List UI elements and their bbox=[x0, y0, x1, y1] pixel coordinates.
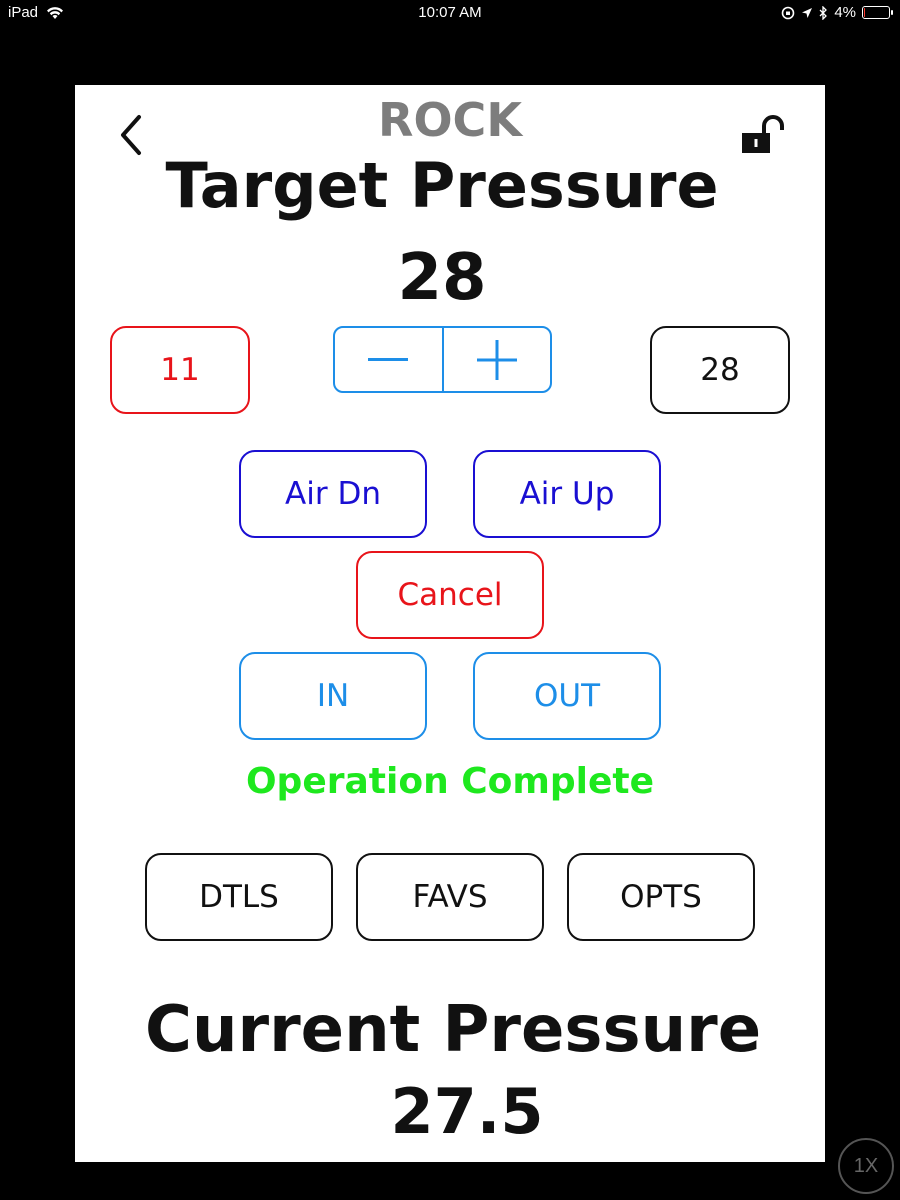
decrement-button[interactable] bbox=[335, 328, 442, 391]
page-title: ROCK bbox=[378, 93, 522, 147]
air-down-button[interactable]: Air Dn bbox=[239, 450, 427, 538]
in-button[interactable]: IN bbox=[239, 652, 427, 740]
app-screen: ROCK Target Pressure 28 11 28 Air Dn Air… bbox=[75, 85, 825, 1162]
target-pressure-value: 28 bbox=[397, 241, 487, 315]
current-pressure-title: Current Pressure bbox=[145, 993, 762, 1067]
bluetooth-icon bbox=[819, 5, 828, 20]
zoom-badge[interactable]: 1X bbox=[838, 1138, 894, 1194]
status-bar: iPad 10:07 AM 4% bbox=[0, 0, 900, 26]
cancel-button[interactable]: Cancel bbox=[356, 551, 544, 639]
increment-button[interactable] bbox=[444, 328, 551, 391]
out-button[interactable]: OUT bbox=[473, 652, 661, 740]
location-icon bbox=[802, 7, 813, 18]
air-up-button[interactable]: Air Up bbox=[473, 450, 661, 538]
battery-icon bbox=[862, 6, 893, 19]
status-message: Operation Complete bbox=[245, 761, 655, 802]
max-pressure-button[interactable]: 28 bbox=[650, 326, 790, 414]
min-pressure-button[interactable]: 11 bbox=[110, 326, 250, 414]
battery-percent: 4% bbox=[834, 4, 856, 21]
plus-icon bbox=[476, 339, 517, 380]
favorites-button[interactable]: FAVS bbox=[356, 853, 544, 941]
orientation-lock-icon bbox=[782, 6, 795, 19]
details-button[interactable]: DTLS bbox=[145, 853, 333, 941]
battery-fill bbox=[864, 8, 865, 17]
options-button[interactable]: OPTS bbox=[567, 853, 755, 941]
status-right: 4% bbox=[781, 4, 893, 21]
status-time: 10:07 AM bbox=[418, 4, 482, 21]
target-pressure-title: Target Pressure bbox=[165, 149, 719, 222]
minus-icon bbox=[368, 357, 409, 361]
current-pressure-value: 27.5 bbox=[390, 1075, 544, 1148]
pressure-stepper[interactable] bbox=[333, 326, 552, 393]
